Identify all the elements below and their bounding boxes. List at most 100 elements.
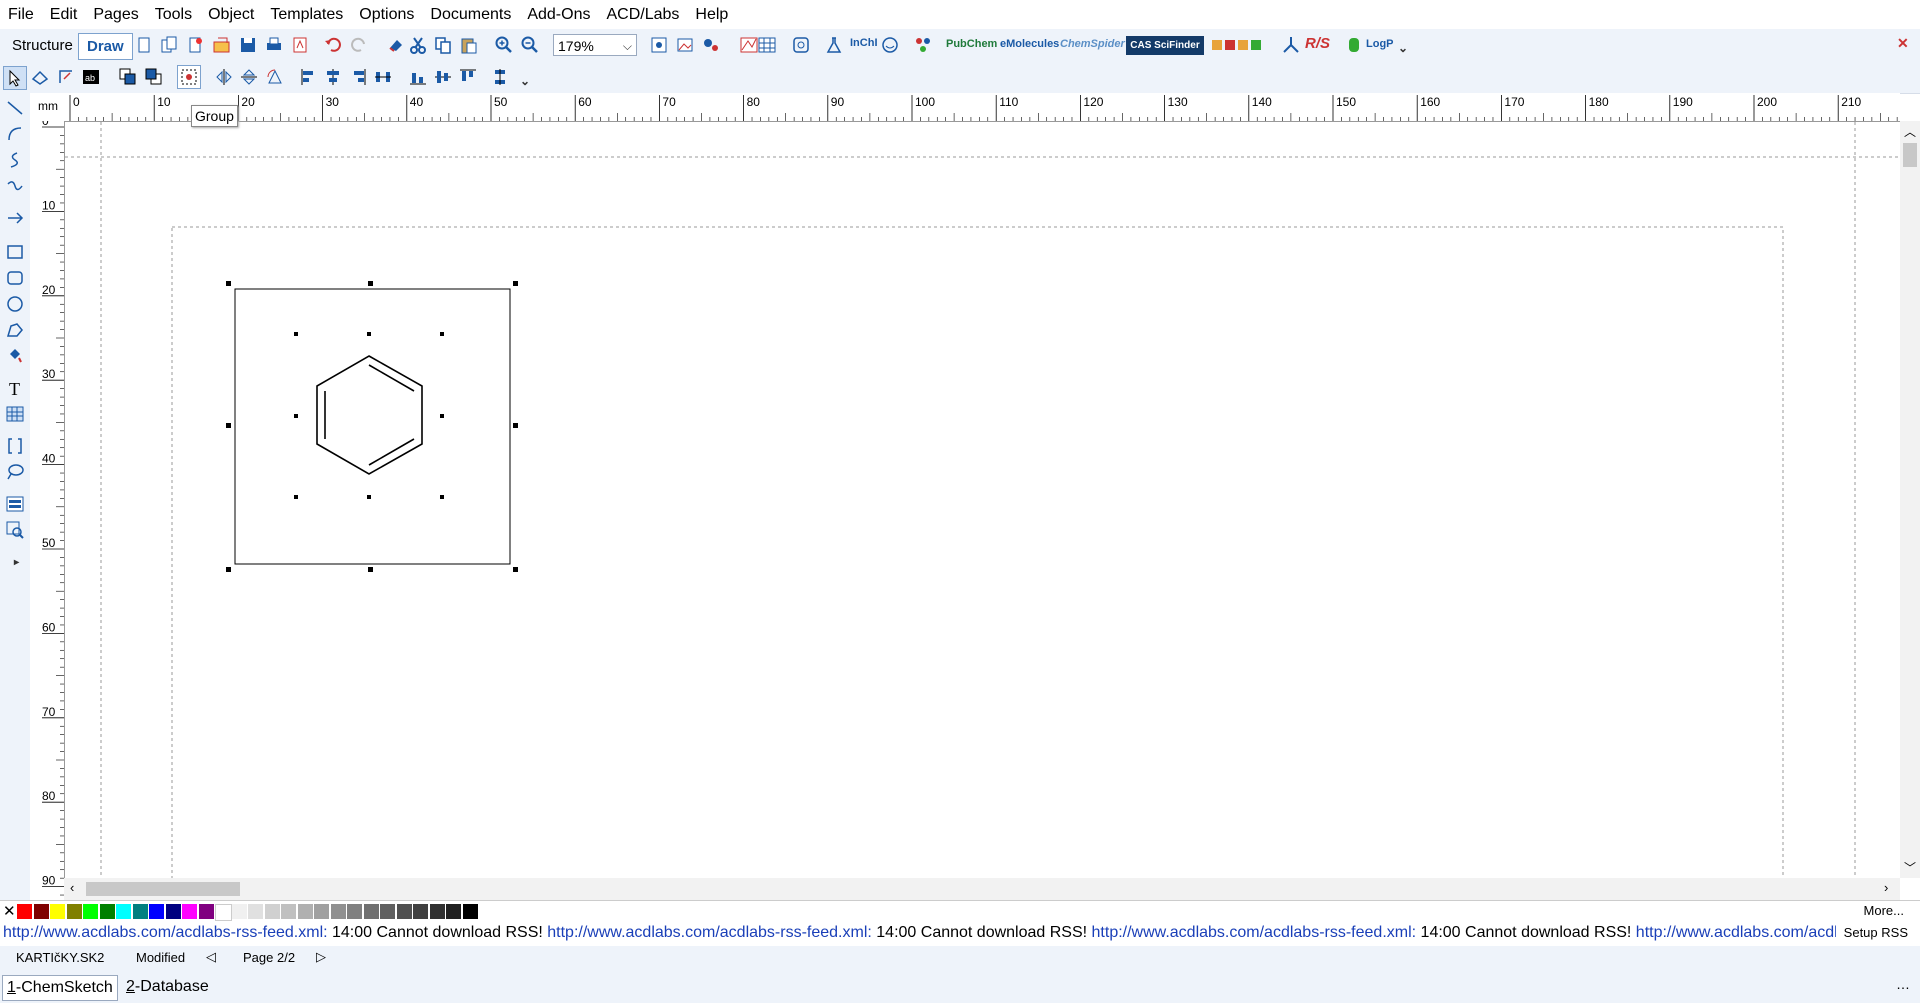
undo-icon[interactable] — [322, 34, 344, 56]
toolbar2-overflow-icon[interactable]: ⌄ — [520, 74, 530, 88]
rounded-rect-tool-icon[interactable] — [4, 267, 26, 289]
color-swatch[interactable] — [149, 904, 164, 919]
name-icon[interactable] — [790, 34, 812, 56]
structure-mode-button[interactable]: Structure — [4, 33, 81, 58]
eraser-icon[interactable] — [385, 34, 407, 56]
drawing-canvas[interactable] — [65, 122, 1899, 878]
menu-file[interactable]: File — [0, 0, 42, 29]
smiley-icon[interactable] — [879, 34, 901, 56]
close-icon[interactable]: ✕ — [1897, 35, 1909, 52]
send-back-icon[interactable] — [143, 66, 165, 88]
group-icon[interactable] — [177, 65, 201, 89]
new-document-icon[interactable] — [184, 34, 206, 56]
flip-vertical-icon[interactable] — [238, 66, 260, 88]
rs-button[interactable]: R/S — [1305, 35, 1330, 52]
print-icon[interactable] — [263, 34, 285, 56]
stereo-icon[interactable] — [1280, 34, 1302, 56]
zoom-in-icon[interactable] — [493, 34, 515, 56]
open-icon[interactable] — [211, 34, 233, 56]
callout-tool-icon[interactable] — [4, 461, 26, 483]
fill-tool-icon[interactable] — [4, 345, 26, 367]
rss-link[interactable]: http://www.acdlabs.com/acdlabs-rss-feed.… — [547, 924, 872, 941]
color-swatch[interactable] — [380, 904, 395, 919]
template-tool-icon[interactable] — [4, 493, 26, 515]
align-middle-icon[interactable] — [432, 66, 454, 88]
menu-object[interactable]: Object — [200, 0, 262, 29]
arrow-tool-icon[interactable] — [4, 207, 26, 229]
search-structure-icon[interactable] — [4, 519, 26, 541]
distribute-horizontal-icon[interactable] — [372, 66, 394, 88]
spectrum-icon[interactable] — [740, 34, 776, 56]
color-swatch[interactable] — [33, 904, 49, 919]
pubchem-button[interactable]: PubChem — [946, 38, 997, 50]
horizontal-scroll-thumb[interactable] — [86, 882, 240, 896]
rotate-icon[interactable] — [264, 66, 286, 88]
align-right-icon[interactable] — [347, 66, 369, 88]
bring-front-icon[interactable] — [117, 66, 139, 88]
cas-scifinder-button[interactable]: CAS SciFinder — [1126, 36, 1204, 55]
paste-icon[interactable] — [458, 34, 480, 56]
zoom-select[interactable]: 179% ⌵ — [553, 34, 637, 56]
color-swatch[interactable] — [413, 904, 428, 919]
curve-tool-icon[interactable] — [4, 149, 26, 171]
color-swatch[interactable] — [314, 904, 329, 919]
color-swatch[interactable] — [231, 904, 247, 919]
scroll-up-icon[interactable]: ︿ — [1904, 123, 1916, 140]
align-top-icon[interactable] — [457, 66, 479, 88]
reaction-icon[interactable] — [1210, 34, 1268, 56]
color-swatch[interactable] — [429, 904, 445, 919]
bracket-tool-icon[interactable] — [4, 435, 26, 457]
color-swatch[interactable] — [50, 904, 65, 919]
menu-templates[interactable]: Templates — [262, 0, 351, 29]
text-box-icon[interactable]: ab — [80, 66, 102, 88]
no-color-icon[interactable]: ✕ — [3, 902, 16, 920]
save-icon[interactable] — [237, 34, 259, 56]
color-swatch[interactable] — [462, 904, 478, 919]
align-bottom-icon[interactable] — [407, 66, 429, 88]
color-swatch[interactable] — [330, 904, 346, 919]
previous-page-icon[interactable]: ◁ — [206, 949, 216, 965]
select-arrow-icon[interactable] — [3, 66, 27, 90]
menu-pages[interactable]: Pages — [85, 0, 146, 29]
tab-chemsketch[interactable]: 1-ChemSketch — [2, 975, 118, 1001]
fragment-icon[interactable] — [912, 34, 934, 56]
color-swatch[interactable] — [198, 904, 214, 919]
image-icon[interactable] — [674, 34, 696, 56]
lasso-icon[interactable] — [29, 66, 51, 88]
color-swatch[interactable] — [66, 904, 82, 919]
color-swatch[interactable] — [297, 904, 313, 919]
toolbar-overflow-icon[interactable]: ⌄ — [1398, 41, 1408, 55]
scroll-down-icon[interactable]: ﹀ — [1904, 859, 1916, 876]
redo-icon[interactable] — [348, 34, 370, 56]
color-swatch[interactable] — [215, 904, 232, 921]
color-swatch[interactable] — [264, 904, 280, 919]
logp-icon[interactable] — [1344, 34, 1366, 56]
menu-tools[interactable]: Tools — [147, 0, 200, 29]
horizontal-scrollbar[interactable]: ‹ › — [64, 878, 1900, 900]
color-swatch[interactable] — [396, 904, 412, 919]
inchi-button[interactable]: InChI — [850, 37, 878, 49]
color-swatch[interactable] — [446, 904, 461, 919]
draw-mode-button[interactable]: Draw — [78, 33, 133, 60]
more-colors-button[interactable]: More... — [1864, 903, 1904, 918]
menu-acdlabs[interactable]: ACD/Labs — [598, 0, 687, 29]
ellipse-tool-icon[interactable] — [4, 293, 26, 315]
distribute-vertical-icon[interactable] — [489, 66, 511, 88]
color-swatch[interactable] — [132, 904, 148, 919]
vertical-scrollbar[interactable]: ︿ ﹀ — [1900, 121, 1920, 878]
group-selection-handles[interactable] — [226, 281, 518, 572]
chemspider-button[interactable]: ChemSpider — [1060, 38, 1125, 50]
group-rectangle[interactable] — [234, 288, 511, 565]
color-swatch[interactable] — [165, 904, 181, 919]
tab-database[interactable]: 2-Database — [122, 975, 213, 999]
copy-icon[interactable] — [432, 34, 454, 56]
menu-options[interactable]: Options — [351, 0, 422, 29]
menu-documents[interactable]: Documents — [422, 0, 519, 29]
table-tool-icon[interactable] — [4, 403, 26, 425]
vertical-scroll-thumb[interactable] — [1903, 143, 1917, 167]
color-swatch[interactable] — [116, 904, 131, 919]
color-swatch[interactable] — [281, 904, 296, 919]
text-tool-icon[interactable]: T — [4, 377, 26, 399]
flask-icon[interactable] — [823, 34, 845, 56]
menu-edit[interactable]: Edit — [42, 0, 86, 29]
